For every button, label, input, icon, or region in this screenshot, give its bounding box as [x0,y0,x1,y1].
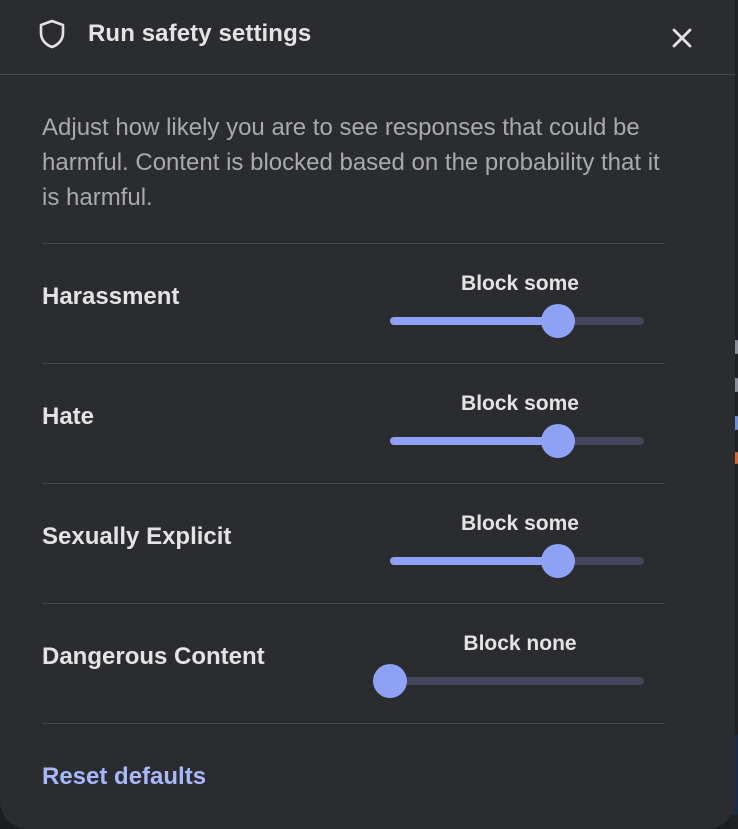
setting-label: Harassment [42,283,180,310]
slider-fill [390,317,558,325]
shield-icon [39,19,65,49]
slider-value-label: Block some [461,272,579,295]
setting-label: Hate [42,403,95,430]
slider-fill [390,557,558,565]
close-icon[interactable] [666,22,698,54]
setting-row-hate: Hate Block some [42,363,665,484]
setting-label: Dangerous Content [42,643,265,670]
slider-value-label: Block some [461,392,579,415]
slider-value-label: Block some [461,512,579,535]
slider-thumb[interactable] [540,424,575,458]
slider-track[interactable] [390,317,644,325]
slider-value-label: Block none [463,632,577,655]
setting-row-dangerous-content: Dangerous Content Block none [42,603,665,724]
slider-track[interactable] [390,677,644,685]
dialog-header: Run safety settings [0,0,735,75]
safety-settings-dialog: Run safety settings Adjust how likely yo… [0,0,735,829]
divider [42,723,665,724]
setting-row-harassment: Harassment Block some [42,243,665,364]
slider-thumb[interactable] [373,664,407,698]
slider-thumb[interactable] [540,304,575,338]
reset-defaults-link[interactable]: Reset defaults [42,762,206,792]
dialog-description: Adjust how likely you are to see respons… [42,114,660,211]
setting-label: Sexually Explicit [42,523,232,550]
setting-row-sexually-explicit: Sexually Explicit Block some [42,483,665,604]
slider-track[interactable] [390,557,644,565]
dialog-title: Run safety settings [88,20,312,47]
slider-thumb[interactable] [540,544,575,578]
slider-track[interactable] [390,437,644,445]
slider-fill [390,437,558,445]
